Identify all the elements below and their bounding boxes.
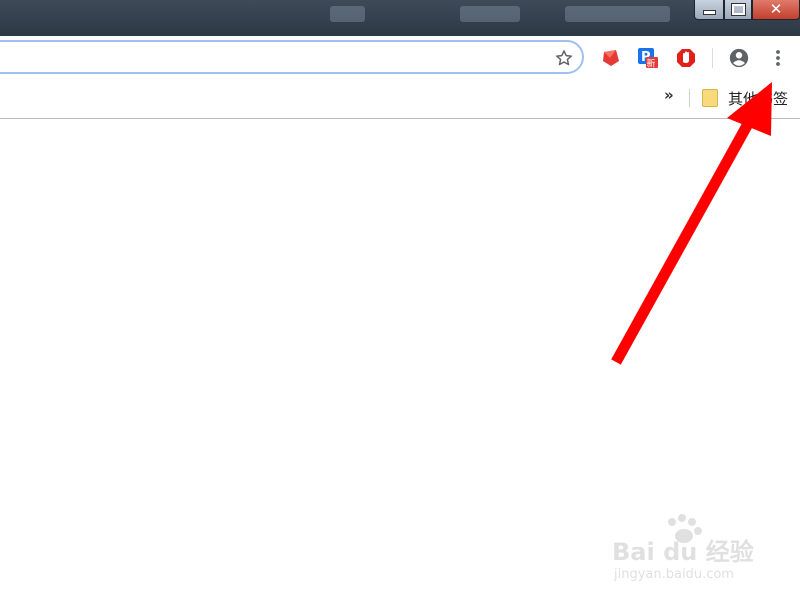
bookmarks-bar: » 其他书签 (0, 80, 800, 119)
close-button[interactable]: ✕ (752, 0, 800, 20)
window-title-bar: ✕ (0, 0, 800, 36)
toolbar-separator (712, 48, 713, 68)
bookmarks-overflow-button[interactable]: » (664, 86, 674, 104)
folder-icon (702, 89, 718, 107)
bookmark-star-icon[interactable] (554, 48, 574, 68)
watermark-url: jingyan.baidu.com (613, 567, 734, 582)
close-icon: ✕ (769, 0, 783, 18)
address-bar[interactable] (0, 40, 584, 74)
window-controls: ✕ (694, 0, 800, 20)
baidu-jingyan-watermark: Bai du 经验 jingyan.baidu.com (612, 514, 754, 582)
bookmark-label: 其他书签 (728, 89, 789, 108)
bookmarks-separator (689, 89, 690, 107)
three-dot-menu-icon[interactable] (770, 48, 786, 68)
watermark-brand: Bai du 经验 (612, 538, 754, 566)
blurred-title-area (460, 6, 520, 22)
account-circle-icon[interactable] (728, 47, 750, 69)
minimize-icon (702, 9, 716, 15)
p-extension-icon[interactable]: P 新 (638, 48, 658, 68)
bookmark-other-folder[interactable]: 其他书签 (702, 87, 788, 109)
blurred-title-area (330, 6, 365, 22)
minimize-button[interactable] (694, 0, 724, 20)
p-extension-badge: 新 (647, 58, 656, 69)
maximize-button[interactable] (724, 0, 752, 20)
browser-toolbar: P 新 (0, 36, 800, 80)
stop-extension-icon[interactable] (676, 48, 696, 68)
red-extension-icon[interactable] (601, 48, 621, 68)
maximize-icon (730, 3, 746, 16)
blurred-title-area (565, 6, 670, 22)
